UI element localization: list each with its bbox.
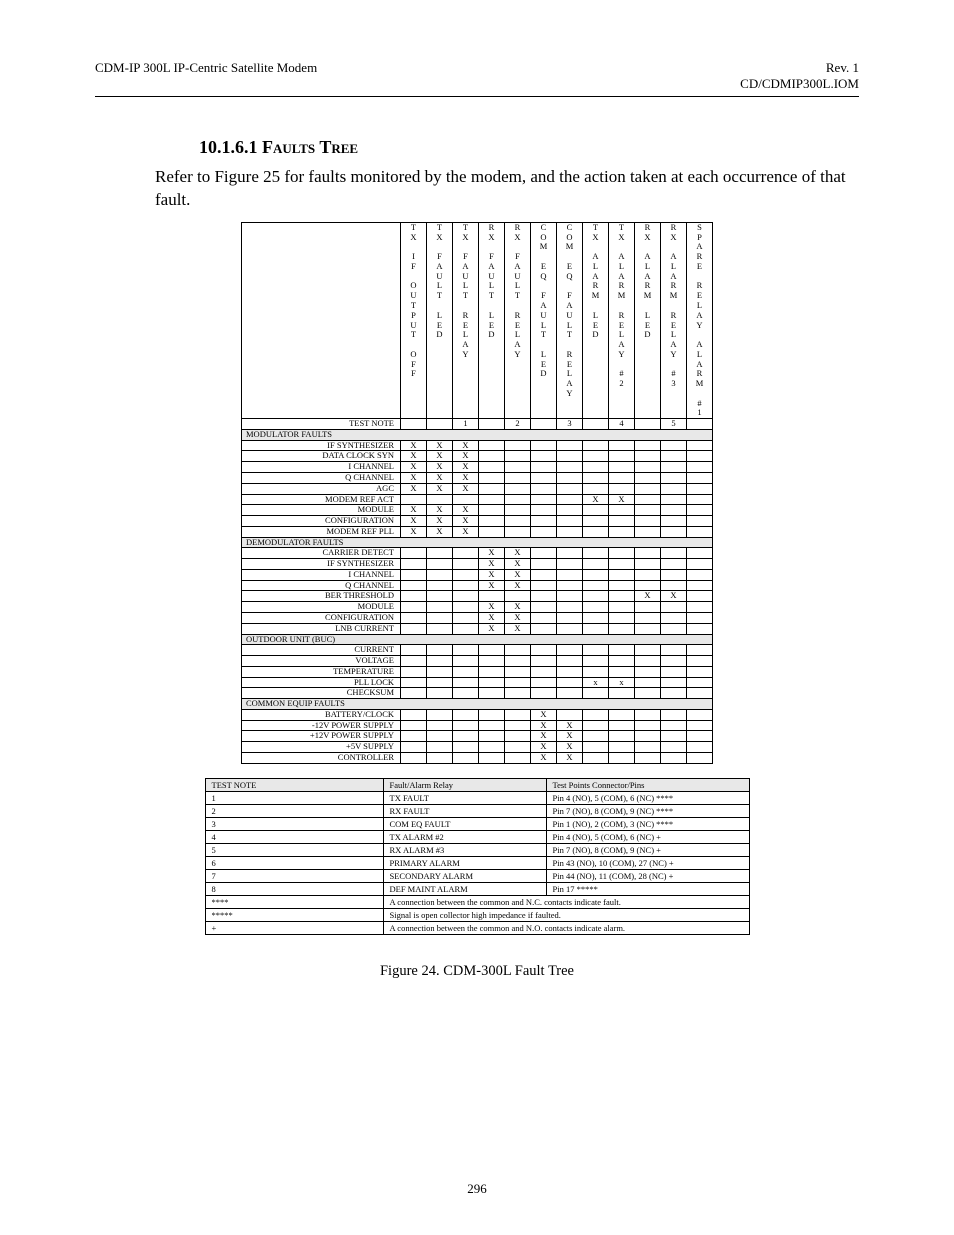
figure-caption: Figure 24. CDM-300L Fault Tree	[95, 963, 859, 980]
doc-code: CD/CDMIP300L.IOM	[740, 76, 859, 92]
doc-rev: Rev. 1	[740, 60, 859, 76]
section-intro: Refer to Figure 25 for faults monitored …	[155, 166, 859, 212]
header-rule	[95, 96, 859, 97]
page-number: 296	[0, 1181, 954, 1197]
doc-title-left: CDM-IP 300L IP-Centric Satellite Modem	[95, 60, 317, 92]
fault-tree-table: TX IF OUTPUT OFF TX FAULT LED TX FAULT R…	[241, 222, 713, 764]
section-heading: 10.1.6.1 Faults Tree	[199, 137, 859, 158]
test-note-table: TEST NOTEFault/Alarm RelayTest Points Co…	[205, 778, 750, 935]
